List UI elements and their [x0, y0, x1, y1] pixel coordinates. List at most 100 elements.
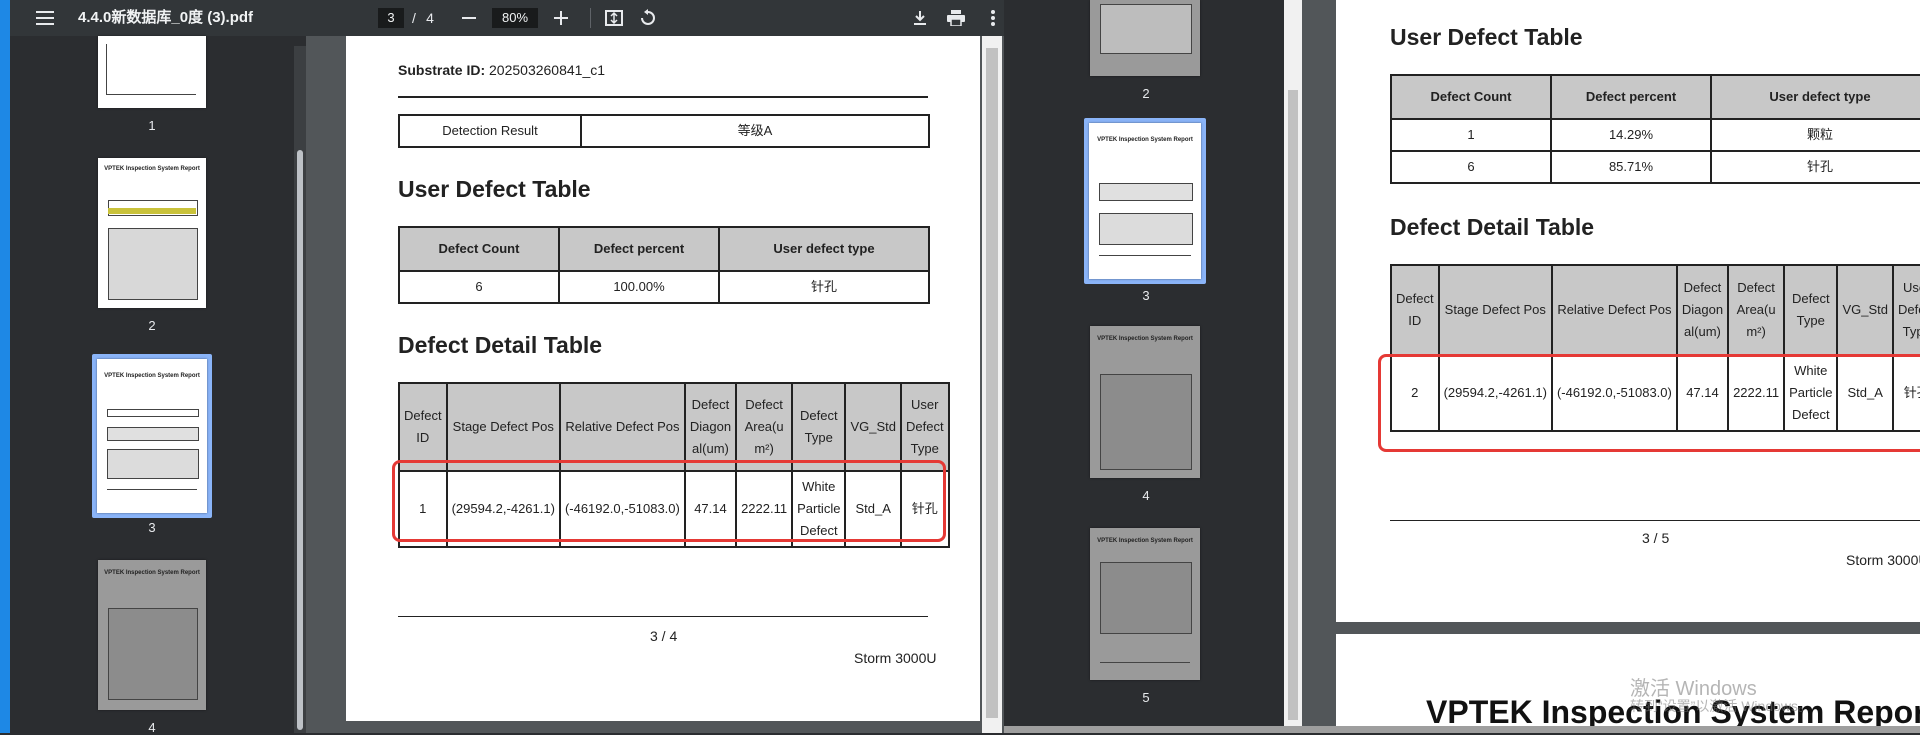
column-header: User Defect Type	[899, 382, 950, 472]
thumbnail-page-5[interactable]: VPTEK Inspection System Report	[1090, 528, 1200, 680]
sidebar-scrollbar[interactable]	[294, 46, 306, 733]
windows-activation-hint: 转到“设置”以激活 Windows。	[1630, 698, 1813, 714]
table-row: 6 85.71% 针孔	[1390, 150, 1920, 184]
download-icon[interactable]	[908, 0, 932, 36]
red-annotation-box	[1378, 354, 1920, 452]
thumbnail-page-2[interactable]: VPTEK Inspection System Report	[98, 158, 206, 308]
second-viewer-scrollbar[interactable]	[1284, 0, 1302, 733]
menu-icon[interactable]	[32, 0, 58, 36]
column-header: Defect ID	[398, 382, 448, 472]
user-defect-table-title: User Defect Table	[1390, 24, 1583, 50]
pdf-page-3-second: User Defect Table Defect Count Defect pe…	[1336, 0, 1920, 622]
table-cell: 针孔	[1710, 150, 1920, 184]
second-viewer-scroll-thumb[interactable]	[1288, 90, 1298, 720]
print-icon[interactable]	[944, 0, 968, 36]
column-header: Relative Defect Pos	[1550, 264, 1678, 356]
pdf-page-3: Substrate ID: 202503260841_c1 Detection …	[346, 36, 980, 721]
thumbnail-title: VPTEK Inspection System Report	[1097, 336, 1193, 342]
detection-result-table: Detection Result 等级A	[398, 114, 930, 148]
thumbnail-label: 2	[1142, 86, 1150, 101]
document-scrollbar[interactable]	[982, 36, 1002, 733]
thumbnail-title: VPTEK Inspection System Report	[1097, 137, 1193, 143]
defect-detail-table-title: Defect Detail Table	[398, 332, 603, 358]
thumbnail-page-4[interactable]: VPTEK Inspection System Report	[98, 560, 206, 710]
thumbnail-page-3[interactable]: VPTEK Inspection System Report	[97, 359, 207, 513]
thumbnail-label: 2	[148, 318, 156, 333]
substrate-label: Substrate ID:	[398, 62, 486, 78]
defect-detail-table-title: Defect Detail Table	[1390, 214, 1595, 240]
column-header: Defect Diagon al(um)	[1675, 264, 1730, 356]
column-header: User defect type	[718, 226, 930, 272]
pdf-page-4-second: VPTEK Inspection System Report	[1336, 634, 1920, 733]
column-header: Defect percent	[558, 226, 720, 272]
thumbnail-title: VPTEK Inspection System Report	[104, 166, 200, 172]
sidebar-scroll-thumb[interactable]	[297, 150, 303, 730]
column-header: Defect Diagon al(um)	[683, 382, 738, 472]
column-header: Defect Type	[1783, 264, 1839, 356]
thumbnail-label: 3	[1142, 288, 1150, 303]
table-cell: 85.71%	[1550, 150, 1712, 184]
pdf-toolbar: 4.4.0新数据库_0度 (3).pdf 3 / 4 80%	[10, 0, 1004, 36]
user-defect-table: Defect Count Defect percent User defect …	[1390, 74, 1920, 184]
thumbnail-sidebar: 1 VPTEK Inspection System Report 2 VPTEK…	[10, 36, 300, 735]
column-header: Defect ID	[1390, 264, 1440, 356]
column-header: Stage Defect Pos	[1437, 264, 1553, 356]
footer-model: Storm 3000U	[854, 650, 937, 666]
column-header: Stage Defect Pos	[445, 382, 561, 472]
footer-model: Storm 3000U	[1846, 552, 1920, 568]
fit-page-icon[interactable]	[602, 0, 626, 36]
page-separator: /	[412, 10, 416, 26]
thumbnail-page-3[interactable]: VPTEK Inspection System Report	[1089, 123, 1201, 279]
footer-page-number: 3 / 5	[1642, 530, 1670, 546]
taskbar-edge	[1004, 726, 1920, 733]
substrate-id: Substrate ID: 202503260841_c1	[398, 62, 605, 78]
zoom-out-icon[interactable]	[458, 0, 480, 36]
thumbnail-page-2[interactable]	[1090, 0, 1200, 76]
thumbnail-label: 4	[1142, 488, 1150, 503]
table-cell: 100.00%	[558, 270, 720, 304]
detection-label: Detection Result	[398, 114, 582, 148]
column-header: VG_Std	[1836, 264, 1894, 356]
column-header: Defect Type	[791, 382, 847, 472]
column-header: Defect Area(u m²)	[1727, 264, 1786, 356]
page-number-input[interactable]: 3	[378, 8, 404, 28]
table-cell: 颗粒	[1710, 118, 1920, 152]
user-defect-table-title: User Defect Table	[398, 176, 591, 202]
thumbnail-label: 5	[1142, 690, 1150, 705]
table-cell: 1	[1390, 118, 1552, 152]
rotate-icon[interactable]	[636, 0, 660, 36]
table-cell: 针孔	[718, 270, 930, 304]
footer-divider	[1390, 520, 1920, 521]
thumbnail-page-4[interactable]: VPTEK Inspection System Report	[1090, 326, 1200, 478]
column-header: Defect Area(u m²)	[735, 382, 794, 472]
detection-value: 等级A	[580, 114, 930, 148]
table-cell: 6	[1390, 150, 1552, 184]
document-title: 4.4.0新数据库_0度 (3).pdf	[78, 9, 254, 26]
substrate-value: 202503260841_c1	[489, 62, 606, 78]
footer-divider	[398, 616, 928, 617]
toolbar-divider	[590, 8, 591, 28]
footer-page-number: 3 / 4	[650, 628, 678, 644]
thumbnail-title: VPTEK Inspection System Report	[1097, 538, 1193, 544]
user-defect-table: Defect Count Defect percent User defect …	[398, 226, 930, 304]
thumbnail-title: VPTEK Inspection System Report	[104, 570, 200, 576]
more-options-icon[interactable]	[984, 0, 1002, 36]
thumbnail-page-1[interactable]	[98, 36, 206, 108]
zoom-level-input[interactable]: 80%	[492, 8, 538, 28]
column-header: User Defect Type	[1891, 264, 1920, 356]
thumbnail-label: 3	[148, 520, 156, 535]
table-row: 6 100.00% 针孔	[398, 270, 930, 304]
table-row: 1 14.29% 颗粒	[1390, 118, 1920, 152]
zoom-in-icon[interactable]	[550, 0, 572, 36]
column-header: Defect Count	[1390, 74, 1552, 120]
divider	[398, 96, 928, 98]
document-scroll-thumb[interactable]	[986, 48, 998, 718]
column-header: Relative Defect Pos	[558, 382, 686, 472]
red-annotation-box	[392, 460, 946, 542]
desktop-edge	[0, 0, 10, 733]
column-header: VG_Std	[844, 382, 902, 472]
thumbnail-title: VPTEK Inspection System Report	[104, 373, 200, 379]
second-viewer-sidebar: 2 VPTEK Inspection System Report 3 VPTEK…	[1004, 0, 1284, 733]
thumbnail-label: 1	[148, 118, 156, 133]
column-header: User defect type	[1710, 74, 1920, 120]
